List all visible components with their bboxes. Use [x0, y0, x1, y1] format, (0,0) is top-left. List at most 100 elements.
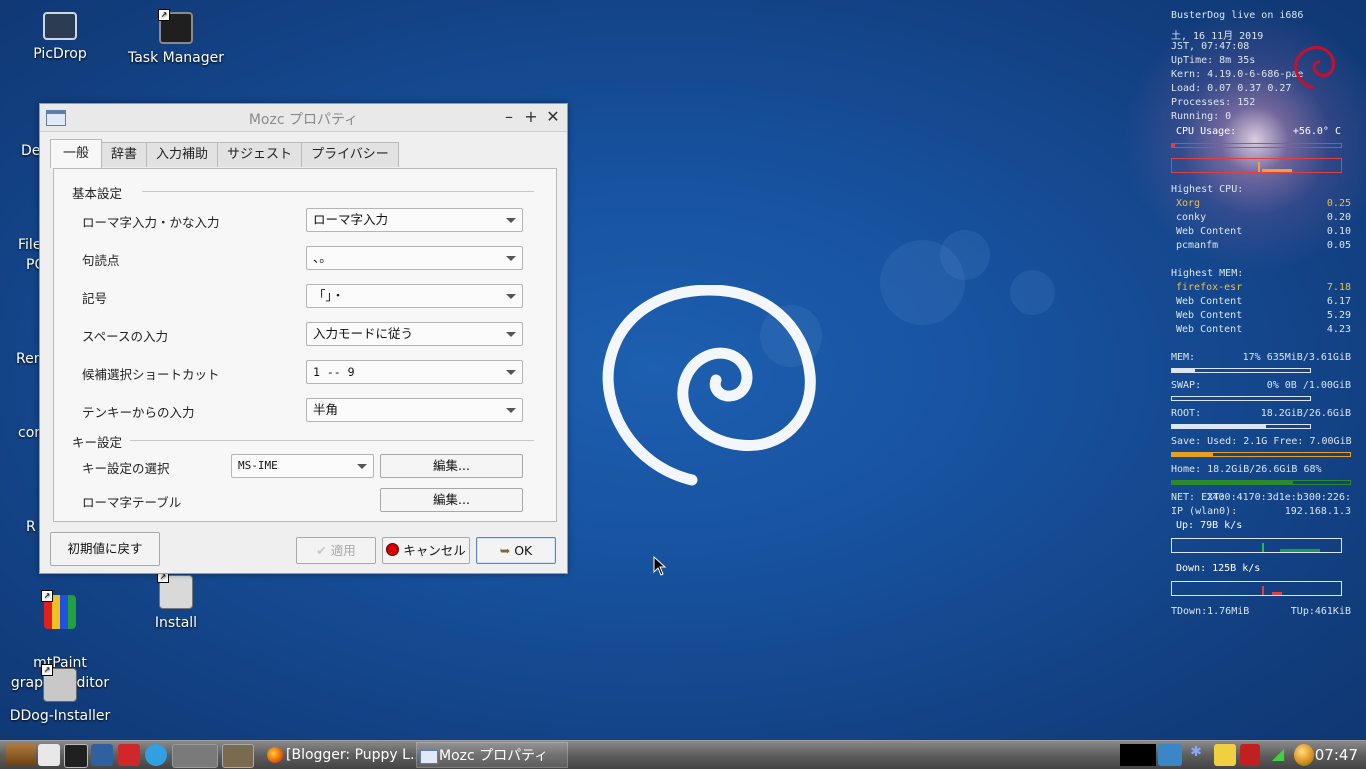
maximize-button[interactable]: +	[522, 107, 540, 127]
desktop-icon-ddog-installer[interactable]: ↗ DDog-Installer	[5, 664, 115, 726]
space-input-select[interactable]: 入力モードに従う	[306, 322, 523, 346]
taskbar-task-mozc[interactable]: Mozc プロパティ	[416, 742, 568, 768]
apply-label: 適用	[330, 543, 356, 558]
desktop-icon-label-clipped[interactable]: R	[26, 519, 36, 535]
conky-ip-label: IP (wlan0):	[1171, 506, 1238, 517]
conky-cpu-usage-label: CPU Usage:	[1176, 126, 1237, 137]
conky-total-down: TDown:1.76MiB	[1171, 606, 1250, 617]
debian-swirl-logo	[602, 285, 816, 486]
desktop-icon-task-manager[interactable]: ↗ Task Manager	[121, 9, 231, 68]
edit-romaji-table-button[interactable]: 編集...	[380, 488, 523, 512]
volume-icon[interactable]	[1158, 744, 1182, 766]
tab-privacy[interactable]: プライバシー	[301, 142, 399, 167]
conky-highest-mem-label: Highest MEM:	[1171, 268, 1244, 279]
numpad-input-select[interactable]: 半角	[306, 398, 523, 422]
rocket-launcher-icon[interactable]	[118, 744, 140, 766]
conky-load: Load: 0.07 0.37 0.27	[1171, 83, 1292, 94]
taskbar-clock[interactable]: 07:47	[1315, 741, 1358, 769]
romaji-kana-select[interactable]: ローマ字入力	[306, 208, 523, 232]
show-desktop-icon[interactable]	[172, 744, 218, 768]
conky-running: Running: 0	[1171, 111, 1232, 122]
conky-top-mem-val: 7.18	[1326, 282, 1351, 293]
wifi-icon[interactable]: ◢	[1266, 744, 1290, 766]
firewall-shield-icon[interactable]	[1240, 744, 1260, 766]
window-switch-icon[interactable]	[222, 744, 254, 768]
select-value: 「」・	[313, 288, 345, 303]
conky-top-cpu-name: Xorg	[1176, 198, 1201, 209]
picture-viewer-icon[interactable]	[91, 744, 113, 766]
conky-root-value: 18.2GiB/26.6GiB	[1260, 408, 1351, 419]
taskbar-task-blogger[interactable]: [Blogger: Puppy L...	[264, 742, 416, 768]
group-divider	[130, 440, 534, 441]
label-space-input: スペースの入力	[82, 329, 169, 344]
conky-kernel: Kern: 4.19.0-6-686-pae	[1171, 69, 1304, 80]
tab-suggest[interactable]: サジェスト	[217, 142, 303, 167]
chevron-down-icon	[506, 408, 516, 413]
symbol-select[interactable]: 「」・	[306, 284, 523, 308]
conky-uptime: UpTime: 8m 35s	[1171, 55, 1256, 66]
conky-top-cpu-val: 0.10	[1326, 226, 1351, 237]
mouse-pointer-icon	[653, 556, 667, 576]
file-manager-icon[interactable]	[38, 744, 60, 766]
conky-top-mem-val: 5.29	[1326, 310, 1351, 321]
chevron-down-icon	[506, 256, 516, 261]
desktop-icon-picdrop[interactable]: PicDrop	[5, 12, 115, 64]
bar-fill	[1172, 369, 1196, 372]
select-value: 1 -- 9	[313, 365, 355, 379]
label-romaji-kana: ローマ字入力・かな入力	[82, 215, 220, 230]
select-value: MS-IME	[238, 459, 278, 472]
group-basic-settings: 基本設定	[72, 186, 123, 201]
desktop-icon-install[interactable]: ↗ Install	[121, 571, 231, 633]
desktop-icon-label-clipped[interactable]: De	[21, 143, 40, 159]
conky-up-graph	[1171, 538, 1342, 553]
color-ball-icon[interactable]	[1294, 744, 1314, 766]
ok-button[interactable]: ➥ OK	[476, 537, 556, 564]
conky-swap-value: 0% 0B /1.00GiB	[1266, 380, 1351, 391]
keymap-select[interactable]: MS-IME	[231, 454, 374, 478]
tab-dictionary[interactable]: 辞書	[101, 142, 148, 167]
edit-keymap-button[interactable]: 編集...	[380, 454, 523, 478]
tab-bar: 一般 辞書 入力補助 サジェスト プライバシー	[50, 139, 399, 168]
bar-fill	[1172, 481, 1294, 484]
desktop-icon-label: PicDrop	[33, 46, 87, 62]
bluetooth-icon[interactable]: ✱	[1188, 744, 1204, 766]
select-value: 入力モードに従う	[313, 326, 414, 341]
conky-cpu-temp: +56.0° C	[1292, 126, 1341, 137]
chevron-down-icon	[506, 332, 516, 337]
bokeh-light	[940, 230, 990, 280]
shortcut-arrow-icon: ↗	[41, 664, 53, 676]
select-value: 、。	[313, 250, 332, 265]
conky-top-cpu-val: 0.05	[1326, 240, 1351, 251]
punctuation-select[interactable]: 、。	[306, 246, 523, 270]
installer-disk-icon: ↗	[41, 664, 77, 702]
label-numpad-input: テンキーからの入力	[82, 405, 195, 420]
close-button[interactable]: ✕	[544, 107, 562, 127]
candidate-shortcut-select[interactable]: 1 -- 9	[306, 360, 523, 384]
start-menu-dog-icon[interactable]	[6, 744, 36, 766]
desktop-icon-label: DDog-Installer	[9, 708, 111, 724]
apply-button[interactable]: ✔ 適用	[296, 537, 376, 564]
crayons-icon: ↗	[41, 590, 76, 629]
conky-down-graph	[1171, 581, 1342, 596]
cancel-button[interactable]: キャンセル	[382, 537, 470, 564]
dialog-titlebar[interactable]: Mozc プロパティ – + ✕	[40, 104, 567, 132]
conky-top-cpu-name: pcmanfm	[1176, 240, 1219, 251]
desktop-icon-label-clipped[interactable]: File	[18, 237, 41, 253]
conky-top-cpu-name: Web Content	[1176, 226, 1243, 237]
puppy-p-icon[interactable]	[1214, 744, 1236, 766]
tab-general[interactable]: 一般	[50, 139, 103, 168]
conky-top-mem-name: Web Content	[1176, 310, 1243, 321]
terminal-icon[interactable]	[64, 744, 88, 768]
reset-defaults-button[interactable]: 初期値に戻す	[50, 532, 160, 566]
conky-mem-value: 17% 635MiB/3.61GiB	[1242, 352, 1351, 363]
task-manager-icon: ↗	[158, 9, 193, 44]
conky-down-rate: Down: 125B k/s	[1176, 563, 1261, 574]
conky-top-mem-val: 4.23	[1326, 324, 1351, 335]
conky-ip-value: 192.168.1.3	[1284, 506, 1351, 517]
minimize-button[interactable]: –	[500, 107, 518, 127]
settings-gear-icon[interactable]	[145, 744, 167, 766]
system-monitor-graph-icon[interactable]	[1120, 744, 1156, 766]
install-box-icon: ↗	[157, 571, 193, 609]
firefox-icon	[267, 747, 283, 763]
tab-input-assist[interactable]: 入力補助	[146, 142, 219, 167]
